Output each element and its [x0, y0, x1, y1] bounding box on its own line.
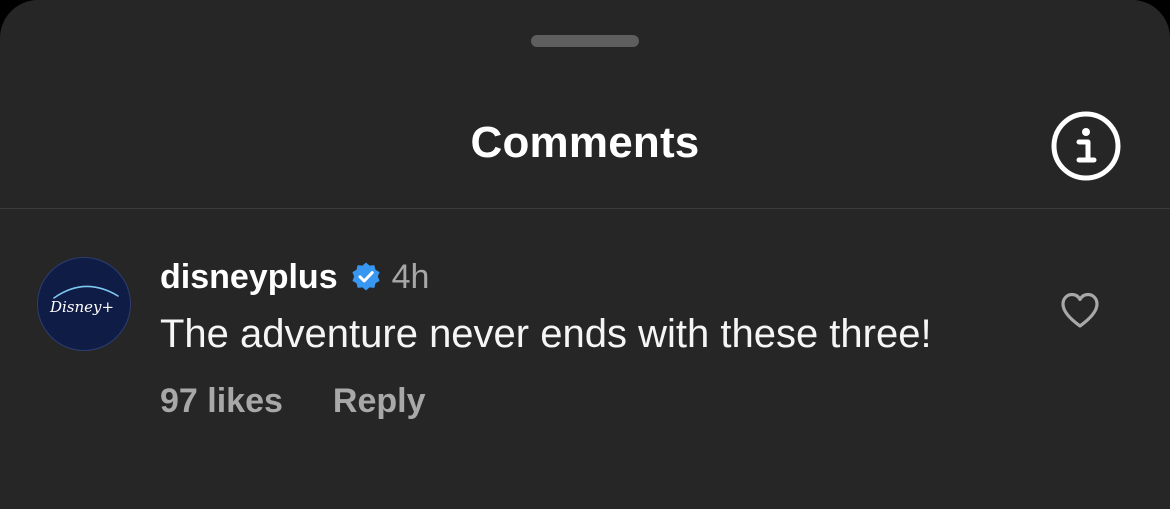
page-title: Comments — [470, 118, 700, 167]
comment-timestamp: 4h — [391, 257, 430, 296]
comments-sheet: Comments Disney+ disneyplus 4h The adven… — [0, 0, 1170, 509]
comment-item: disneyplus 4h The adventure never ends w… — [160, 252, 1020, 421]
likes-count-link[interactable]: 97 likes — [160, 382, 283, 421]
reply-button[interactable]: Reply — [333, 382, 426, 421]
like-comment-button[interactable] — [1058, 290, 1102, 330]
comment-username[interactable]: disneyplus — [160, 258, 338, 297]
sheet-grabber-handle[interactable] — [531, 35, 639, 47]
heart-outline-icon — [1058, 290, 1102, 330]
verified-badge-icon — [350, 261, 382, 293]
header-divider — [0, 208, 1170, 209]
comment-meta: disneyplus 4h — [160, 252, 1020, 302]
comment-actions: 97 likes Reply — [160, 382, 1020, 421]
disney-plus-logo: Disney+ — [49, 285, 119, 316]
avatar[interactable]: Disney+ — [37, 257, 131, 351]
info-circle-icon — [1050, 110, 1122, 182]
info-button[interactable] — [1050, 110, 1122, 182]
avatar-brand-text: Disney+ — [49, 298, 114, 316]
comment-text: The adventure never ends with these thre… — [160, 312, 932, 356]
